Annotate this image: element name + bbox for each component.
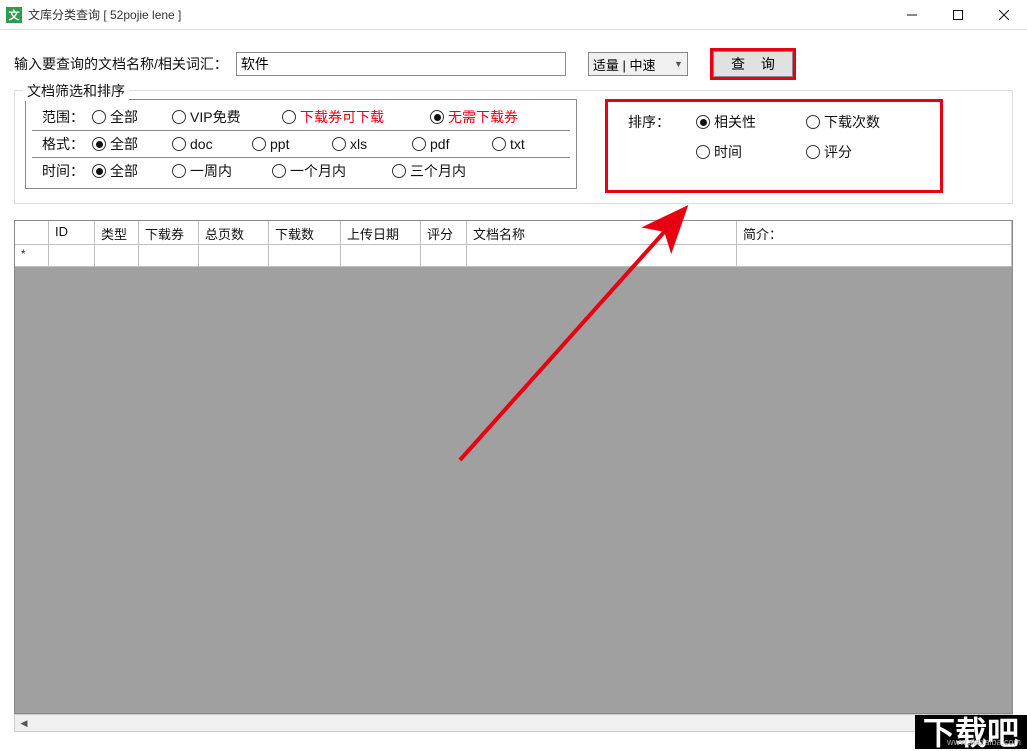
row-marker: * (15, 245, 49, 266)
col-downloads[interactable]: 下载数 (269, 221, 341, 244)
format-ppt[interactable]: ppt (252, 136, 332, 152)
col-type[interactable]: 类型 (95, 221, 139, 244)
format-doc[interactable]: doc (172, 136, 252, 152)
col-pages[interactable]: 总页数 (199, 221, 269, 244)
maximize-button[interactable] (935, 0, 981, 30)
time-label: 时间： (32, 161, 92, 181)
sort-row-2: 时间 评分 (628, 142, 920, 162)
scope-label: 范围： (32, 107, 92, 127)
scroll-left-icon[interactable]: ◀ (15, 715, 33, 731)
col-ticket[interactable]: 下载券 (139, 221, 199, 244)
col-docname[interactable]: 文档名称 (467, 221, 737, 244)
scope-noticket[interactable]: 无需下载券 (430, 107, 550, 127)
format-pdf[interactable]: pdf (412, 136, 492, 152)
query-button-highlight: 查 询 (710, 48, 796, 80)
app-icon: 文 (6, 7, 22, 23)
filter-box: 范围： 全部 VIP免费 下载券可下载 无需下载券 格式： 全部 doc ppt… (25, 99, 577, 189)
col-id[interactable]: ID (49, 221, 95, 244)
filter-fieldset: 文档筛选和排序 范围： 全部 VIP免费 下载券可下载 无需下载券 格式： 全部… (14, 90, 1013, 204)
mode-select-value: 适量 | 中速 (593, 55, 656, 74)
col-date[interactable]: 上传日期 (341, 221, 421, 244)
format-txt[interactable]: txt (492, 136, 552, 152)
results-grid: ID 类型 下载券 总页数 下载数 上传日期 评分 文档名称 简介： * (14, 220, 1013, 714)
sort-relevance[interactable]: 相关性 (696, 112, 786, 132)
horizontal-scrollbar[interactable]: ◀ ▶ (14, 714, 1013, 732)
format-row: 格式： 全部 doc ppt xls pdf txt (32, 131, 570, 158)
grid-header: ID 类型 下载券 总页数 下载数 上传日期 评分 文档名称 简介： (15, 221, 1012, 245)
sort-rating[interactable]: 评分 (806, 142, 906, 162)
format-all[interactable]: 全部 (92, 134, 172, 154)
chevron-down-icon: ▼ (674, 59, 683, 69)
time-row: 时间： 全部 一周内 一个月内 三个月内 (32, 158, 570, 184)
watermark-url: www.xiazaiba.com (947, 737, 1021, 747)
format-xls[interactable]: xls (332, 136, 412, 152)
format-label: 格式： (32, 134, 92, 154)
window-title: 文库分类查询 [ 52pojie lene ] (28, 6, 181, 23)
scope-all[interactable]: 全部 (92, 107, 172, 127)
scope-vip[interactable]: VIP免费 (172, 107, 282, 127)
sort-row-1: 排序： 相关性 下载次数 (628, 112, 920, 132)
time-3month[interactable]: 三个月内 (392, 161, 512, 181)
time-all[interactable]: 全部 (92, 161, 172, 181)
query-button[interactable]: 查 询 (713, 51, 793, 77)
grid-empty-area (15, 267, 1012, 713)
filter-fieldset-title: 文档筛选和排序 (23, 81, 129, 101)
search-label: 输入要查询的文档名称/相关词汇： (14, 54, 228, 74)
col-desc[interactable]: 简介： (737, 221, 1012, 244)
sort-label: 排序： (628, 112, 676, 132)
scope-row: 范围： 全部 VIP免费 下载券可下载 无需下载券 (32, 104, 570, 131)
col-score[interactable]: 评分 (421, 221, 467, 244)
search-input[interactable] (236, 52, 566, 76)
sort-downloads[interactable]: 下载次数 (806, 112, 906, 132)
scope-ticket[interactable]: 下载券可下载 (282, 107, 430, 127)
time-month[interactable]: 一个月内 (272, 161, 392, 181)
time-week[interactable]: 一周内 (172, 161, 272, 181)
minimize-button[interactable] (889, 0, 935, 30)
titlebar: 文 文库分类查询 [ 52pojie lene ] (0, 0, 1027, 30)
col-marker[interactable] (15, 221, 49, 244)
sort-box-highlight: 排序： 相关性 下载次数 时间 评分 (605, 99, 943, 193)
sort-time[interactable]: 时间 (696, 142, 786, 162)
search-row: 输入要查询的文档名称/相关词汇： 适量 | 中速 ▼ 查 询 (14, 48, 1013, 80)
mode-select[interactable]: 适量 | 中速 ▼ (588, 52, 688, 76)
grid-empty-row[interactable]: * (15, 245, 1012, 267)
close-button[interactable] (981, 0, 1027, 30)
